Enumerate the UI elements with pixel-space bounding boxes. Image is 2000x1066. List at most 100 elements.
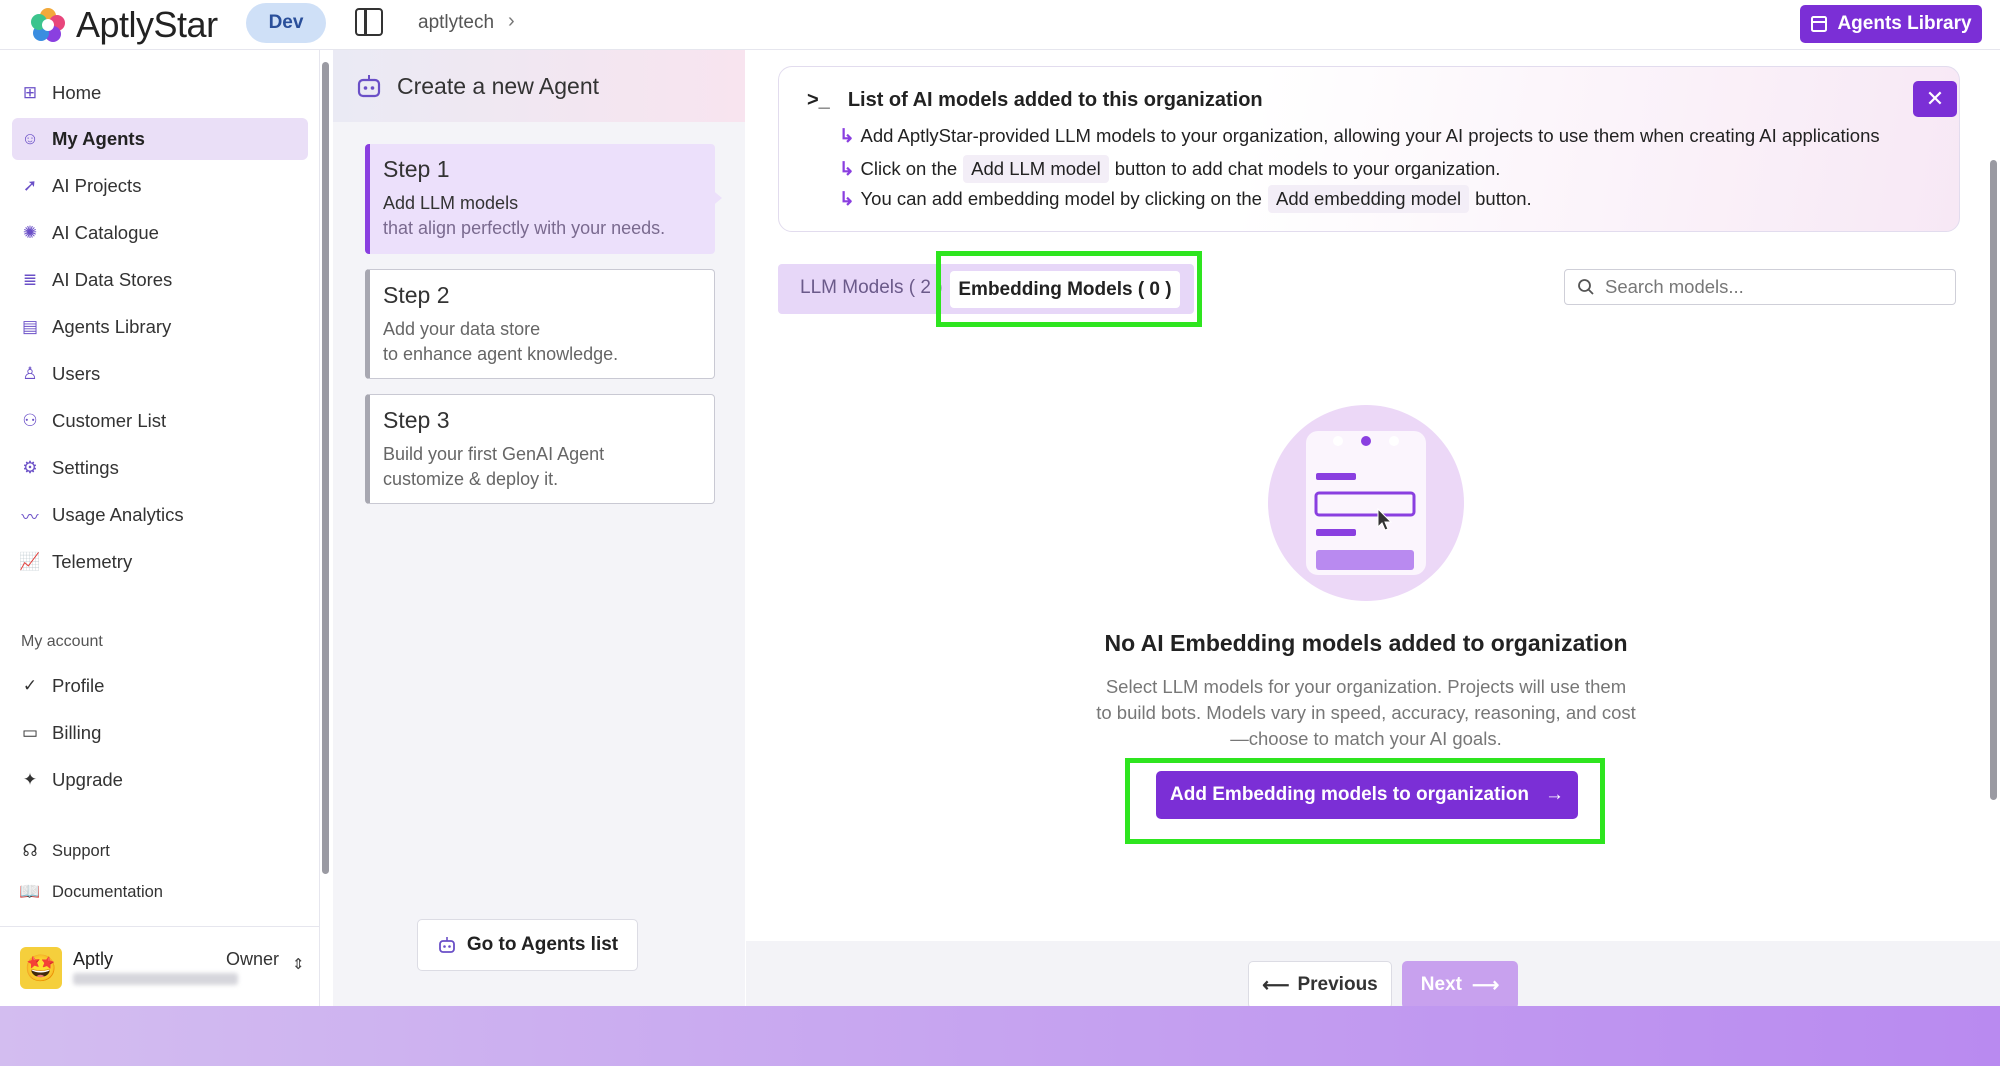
headset-icon: ☊ (22, 841, 38, 860)
sidebar-item-home[interactable]: ⊞ Home (12, 72, 308, 114)
sidebar-item-my-agents[interactable]: ☺ My Agents (12, 118, 308, 160)
my-account-label: My account (21, 633, 103, 650)
info-line-text: You can add embedding model by clicking … (860, 188, 1262, 209)
app-logo[interactable]: AptlyStar (28, 4, 218, 46)
close-icon[interactable]: ✕ (1913, 81, 1957, 117)
arrow-return-icon: ↳ (839, 125, 855, 146)
sidebar: ⊞ Home ☺ My Agents ➚ AI Projects ✺ AI Catalo… (0, 50, 320, 1006)
step-title: Step 2 (383, 282, 450, 308)
steps-title: Create a new Agent (397, 72, 600, 99)
step-line-2: to enhance agent knowledge. (383, 344, 619, 364)
step-card-3[interactable]: Step 3 Build your first GenAI Agent cust… (365, 394, 715, 504)
steps-header: Create a new Agent (333, 50, 745, 122)
library-icon (1811, 16, 1828, 32)
empty-state-icon (1306, 431, 1426, 575)
sidebar-item-agents-library[interactable]: ▤ Agents Library (12, 306, 308, 348)
info-line-1: ↳ Add AptlyStar-provided LLM models to y… (839, 125, 1880, 147)
terminal-icon: >_ (807, 89, 830, 111)
step-line-2: customize & deploy it. (383, 469, 559, 489)
avatar: 🤩 (20, 947, 62, 989)
breadcrumb[interactable]: aptlytech (418, 12, 494, 34)
sidebar-item-profile[interactable]: ✓ Profile (12, 666, 308, 706)
sidebar-item-telemetry[interactable]: 📈 Telemetry (12, 541, 308, 583)
user-menu[interactable]: 🤩 Aptly Owner ⇕ (0, 926, 320, 1006)
robot-icon: ☺ (21, 129, 39, 148)
empty-state-illustration (1268, 405, 1464, 601)
sidebar-item-documentation[interactable]: 📖 Documentation (12, 872, 308, 912)
sidebar-item-label: Settings (52, 457, 119, 478)
step-line-1: Add your data store (383, 319, 541, 339)
sidebar-item-settings[interactable]: ⚙ Settings (12, 447, 308, 489)
arrow-left-icon: ⟵ (1262, 974, 1290, 996)
search-icon (1578, 279, 1594, 295)
agents-library-button[interactable]: Agents Library (1800, 5, 1982, 43)
sidebar-item-ai-projects[interactable]: ➚ AI Projects (12, 165, 308, 207)
tab-llm-models[interactable]: LLM Models ( 2 ) (800, 277, 943, 299)
user-icon: ♙ (22, 364, 38, 383)
top-bar: AptlyStar Dev aptlytech › Agents Library (0, 0, 2000, 50)
library-icon: ▤ (21, 317, 39, 336)
step-title: Step 1 (383, 156, 450, 182)
sidebar-item-label: Profile (52, 675, 105, 696)
sidebar-item-label: Documentation (52, 882, 163, 901)
sidebar-scrollbar[interactable] (322, 62, 329, 874)
steps-panel: Create a new Agent Step 1 Add LLM models… (333, 50, 745, 1006)
env-badge[interactable]: Dev (246, 3, 326, 43)
sidebar-item-customer-list[interactable]: ⚇ Customer List (12, 400, 308, 442)
step-card-1[interactable]: Step 1 Add LLM models that align perfect… (365, 144, 715, 254)
home-icon: ⊞ (22, 83, 38, 102)
users-icon: ⚇ (22, 411, 38, 430)
main-scrollbar[interactable] (1990, 160, 1997, 800)
active-step-pointer (710, 188, 722, 208)
sidebar-item-upgrade[interactable]: ✦ Upgrade (12, 760, 308, 800)
add-embedding-model-chip: Add embedding model (1267, 185, 1470, 213)
info-title: >_ List of AI models added to this organ… (807, 89, 1263, 112)
sparkle-icon: ✦ (22, 770, 38, 789)
agents-library-label: Agents Library (1837, 13, 1972, 34)
go-to-agents-list-label: Go to Agents list (466, 934, 619, 955)
step-card-2[interactable]: Step 2 Add your data store to enhance ag… (365, 269, 715, 379)
sidebar-item-billing[interactable]: ▭ Billing (12, 713, 308, 753)
info-line-text: button to add chat models to your organi… (1114, 158, 1501, 179)
search-input[interactable]: Search models... (1564, 269, 1956, 305)
sidebar-item-label: Customer List (52, 410, 167, 431)
step-title: Step 3 (383, 407, 450, 433)
main-content: >_ List of AI models added to this organ… (746, 50, 2000, 1056)
user-email-redacted (73, 973, 238, 985)
sidebar-item-ai-data-stores[interactable]: ≣ AI Data Stores (12, 259, 308, 301)
highlight-box-button (1125, 758, 1605, 844)
chevron-right-icon: › (508, 10, 515, 32)
sidebar-item-label: Billing (52, 722, 102, 743)
sidebar-item-users[interactable]: ♙ Users (12, 353, 308, 395)
logo-icon (31, 8, 65, 42)
sidebar-item-label: My Agents (52, 128, 145, 149)
chevron-up-down-icon[interactable]: ⇕ (292, 955, 305, 973)
add-llm-model-chip: Add LLM model (963, 155, 1109, 183)
info-line-text: button. (1475, 188, 1532, 209)
sidebar-item-ai-catalogue[interactable]: ✺ AI Catalogue (12, 212, 308, 254)
step-line-2: that align perfectly with your needs. (383, 218, 666, 238)
next-button[interactable]: Next ⟶ (1402, 961, 1518, 1009)
arrow-right-icon: ⟶ (1471, 974, 1500, 996)
sidebar-item-label: Home (52, 82, 102, 103)
search-placeholder: Search models... (1605, 276, 1744, 297)
previous-button[interactable]: ⟵ Previous (1248, 961, 1392, 1009)
user-name: Aptly (73, 949, 114, 969)
highlight-box-tab (936, 251, 1202, 327)
rocket-icon: ➚ (22, 176, 38, 195)
sidebar-item-label: Upgrade (52, 769, 123, 790)
empty-state-description: Select LLM models for your organization.… (1096, 676, 1636, 749)
user-role: Owner (226, 949, 280, 969)
go-to-agents-list-button[interactable]: Go to Agents list (417, 919, 638, 971)
robot-icon (438, 937, 455, 953)
sidebar-item-label: Usage Analytics (52, 504, 184, 525)
sidebar-item-label: AI Catalogue (52, 222, 159, 243)
sidebar-toggle-icon[interactable] (355, 8, 383, 36)
info-line-3: ↳ You can add embedding model by clickin… (839, 185, 1532, 213)
info-line-2: ↳ Click on the Add LLM model button to a… (839, 155, 1500, 183)
sidebar-item-support[interactable]: ☊ Support (12, 831, 308, 871)
app-name: AptlyStar (76, 4, 218, 45)
arrow-return-icon: ↳ (839, 158, 855, 179)
sidebar-item-usage-analytics[interactable]: 〰 Usage Analytics (12, 494, 308, 536)
sidebar-item-label: AI Projects (52, 175, 142, 196)
